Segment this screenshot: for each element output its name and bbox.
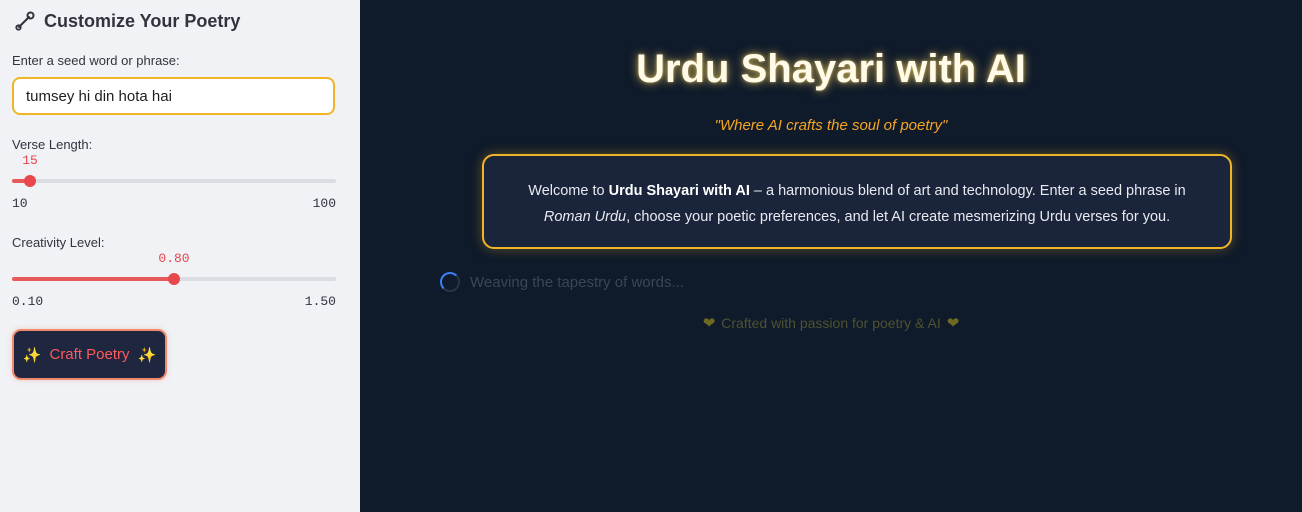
- wrench-icon: [14, 10, 36, 32]
- sidebar-header: Customize Your Poetry: [14, 8, 240, 34]
- welcome-middle: – a harmonious blend of art and technolo…: [749, 183, 1186, 199]
- seed-label: Enter a seed word or phrase:: [12, 53, 180, 68]
- loading-text: Weaving the tapestry of words...: [470, 273, 684, 291]
- footer-text: Crafted with passion for poetry & AI: [721, 315, 941, 331]
- main-content: Urdu Shayari with AI "Where AI crafts th…: [360, 0, 1302, 512]
- welcome-brand: Urdu Shayari with AI: [608, 183, 750, 199]
- verse-length-label: Verse Length:: [12, 137, 93, 152]
- craft-poetry-button[interactable]: ✨ Craft Poetry ✨: [12, 329, 167, 380]
- slider-track: [12, 179, 336, 183]
- verse-length-max: 100: [312, 196, 336, 211]
- sidebar-title: Customize Your Poetry: [44, 10, 241, 31]
- slider-fill: [12, 277, 174, 281]
- welcome-card: Welcome to Urdu Shayari with AI – a harm…: [482, 154, 1232, 249]
- heart-icon: ❤: [702, 315, 716, 332]
- creativity-slider[interactable]: 0.80: [12, 251, 336, 289]
- verse-length-min: 10: [12, 196, 28, 211]
- spinner-icon: [440, 272, 460, 292]
- loading-indicator: Weaving the tapestry of words...: [440, 272, 684, 292]
- welcome-italic: Roman Urdu: [543, 209, 627, 225]
- slider-thumb[interactable]: [168, 273, 180, 285]
- craft-poetry-label: Craft Poetry: [49, 346, 130, 363]
- creativity-value: 0.80: [158, 251, 190, 266]
- welcome-suffix: , choose your poetic preferences, and le…: [626, 209, 1171, 225]
- slider-thumb[interactable]: [24, 175, 36, 187]
- verse-length-value: 15: [22, 153, 38, 168]
- creativity-min: 0.10: [12, 294, 44, 309]
- sidebar: Customize Your Poetry Enter a seed word …: [0, 0, 360, 512]
- creativity-max: 1.50: [304, 294, 336, 309]
- page-title: Urdu Shayari with AI: [636, 47, 1026, 91]
- tagline: "Where AI crafts the soul of poetry": [714, 117, 948, 134]
- sparkles-icon: ✨: [22, 346, 42, 364]
- sparkles-icon: ✨: [137, 346, 157, 364]
- heart-icon: ❤: [946, 315, 960, 332]
- creativity-label: Creativity Level:: [12, 235, 105, 250]
- verse-length-slider[interactable]: 15: [12, 153, 336, 191]
- welcome-prefix: Welcome to: [528, 183, 609, 199]
- footer: ❤ Crafted with passion for poetry & AI ❤: [360, 314, 1302, 332]
- seed-input[interactable]: [12, 77, 335, 115]
